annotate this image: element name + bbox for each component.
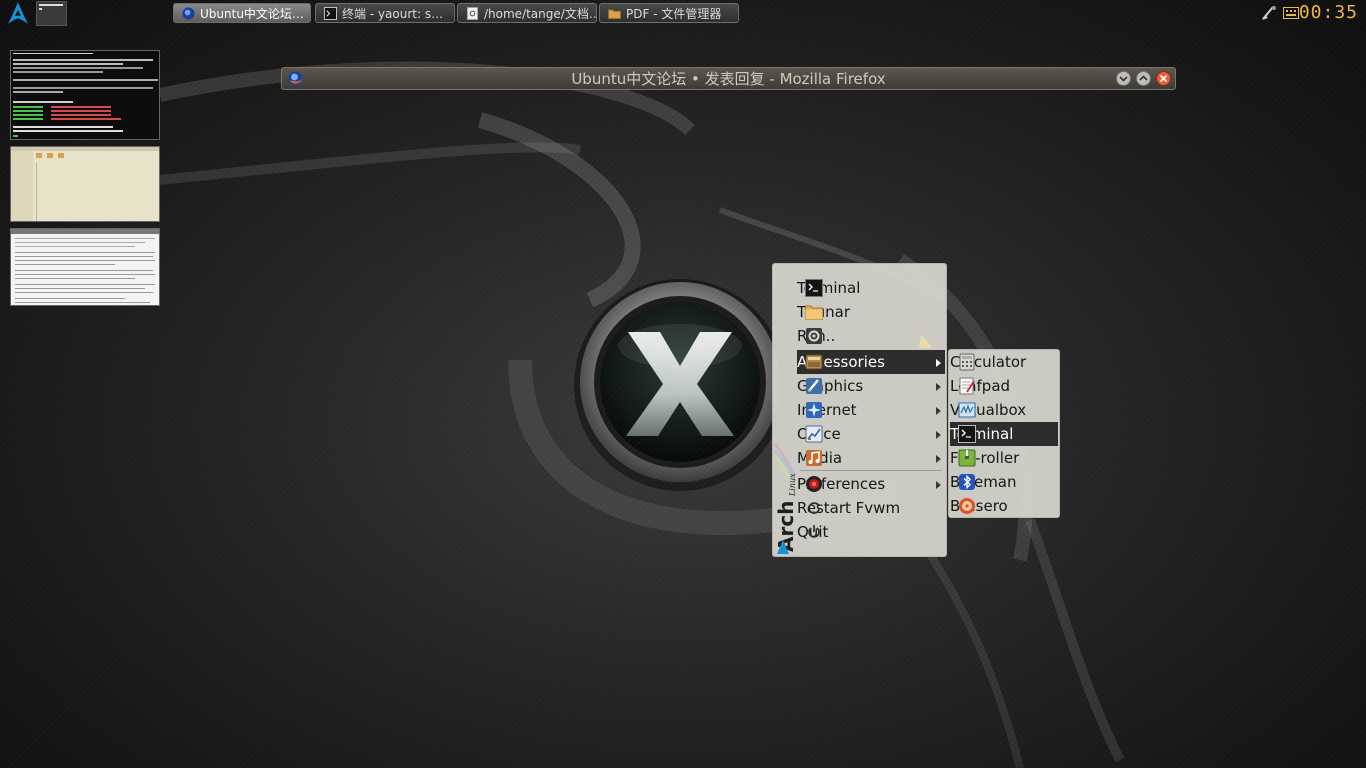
- menu-item-internet[interactable]: Internet: [797, 398, 945, 422]
- graphics-icon: [806, 378, 822, 394]
- media-icon: [806, 450, 822, 466]
- menu-item-accessories[interactable]: Accessories: [797, 350, 945, 374]
- restart-icon: [808, 502, 821, 514]
- terminal-icon: [958, 425, 976, 443]
- calculator-icon: [959, 353, 975, 371]
- maximize-button[interactable]: [1136, 71, 1151, 86]
- accessories-icon: [805, 354, 823, 370]
- submenu-item-blueman[interactable]: Blueman: [950, 470, 1058, 494]
- clock[interactable]: 00:35: [1299, 2, 1358, 24]
- menu-item-run[interactable]: Run..: [797, 324, 945, 348]
- submenu-item-file-roller[interactable]: File-roller: [950, 446, 1058, 470]
- file-roller-icon: [958, 449, 976, 467]
- task-label: Ubuntu中文论坛…: [200, 7, 304, 21]
- minimize-button[interactable]: [1116, 71, 1131, 86]
- menu-item-restart-fvwm[interactable]: Restart Fvwm: [797, 496, 945, 520]
- arch-linux-sidebar: Arch Linux: [774, 473, 797, 554]
- preferences-icon: [806, 476, 822, 492]
- submenu-arrow-icon: [936, 359, 941, 367]
- task-terminal[interactable]: 终端 - yaourt: s…: [315, 3, 455, 23]
- submenu-arrow-icon: [936, 455, 941, 463]
- document-icon: [466, 7, 479, 20]
- menu-item-media[interactable]: Media: [797, 446, 945, 470]
- submenu-item-terminal[interactable]: Terminal: [950, 422, 1058, 446]
- window-title: Ubuntu中文论坛 • 发表回复 - Mozilla Firefox: [571, 70, 886, 88]
- close-button[interactable]: [1156, 71, 1171, 86]
- top-panel: Ubuntu中文论坛… 终端 - yaourt: s… /home/tange/…: [0, 0, 1366, 26]
- workspace-pager[interactable]: [36, 1, 67, 26]
- menu-item-office[interactable]: Office: [797, 422, 945, 446]
- folder-icon: [805, 305, 823, 320]
- wallpaper: [158, 61, 1125, 768]
- menu-item-quit[interactable]: Quit: [797, 520, 945, 544]
- menu-item-terminal[interactable]: Terminal: [797, 276, 945, 300]
- menu-item-preferences[interactable]: Preferences: [797, 472, 945, 496]
- virtualbox-icon: [958, 402, 976, 418]
- leafpad-icon: [959, 377, 975, 395]
- submenu-arrow-icon: [936, 407, 941, 415]
- pager-window: [39, 8, 42, 10]
- task-label: /home/tange/文档…: [484, 7, 597, 21]
- task-firefox[interactable]: Ubuntu中文论坛…: [173, 3, 311, 23]
- submenu-arrow-icon: [936, 431, 941, 439]
- pager-window: [39, 4, 63, 6]
- menu-item-thunar[interactable]: Thunar: [797, 300, 945, 324]
- submenu-item-brasero[interactable]: Brasero: [950, 494, 1058, 518]
- internet-icon: [806, 402, 822, 418]
- terminal-icon: [324, 7, 337, 20]
- task-file-manager[interactable]: PDF - 文件管理器: [599, 3, 739, 23]
- task-document[interactable]: /home/tange/文档…: [457, 3, 597, 23]
- office-icon: [805, 425, 823, 443]
- submenu-item-virtualbox[interactable]: Virtualbox: [950, 398, 1058, 422]
- task-label: 终端 - yaourt: s…: [342, 7, 444, 21]
- thumbnail-terminal[interactable]: [10, 50, 160, 140]
- thumbnail-file-manager[interactable]: [10, 146, 160, 222]
- sidebar-brand-small: Linux: [788, 473, 797, 497]
- folder-icon: [608, 9, 621, 20]
- task-label: PDF - 文件管理器: [626, 7, 722, 21]
- terminal-icon: [805, 279, 823, 297]
- submenu-item-calculator[interactable]: Calculator: [950, 350, 1058, 374]
- power-icon: [808, 525, 820, 538]
- firefox-titlebar[interactable]: Ubuntu中文论坛 • 发表回复 - Mozilla Firefox: [281, 67, 1176, 90]
- menu-separator: [800, 470, 942, 471]
- brasero-icon: [959, 498, 975, 514]
- menu-item-graphics[interactable]: Graphics: [797, 374, 945, 398]
- submenu-arrow-icon: [936, 383, 941, 391]
- firefox-icon: [182, 7, 195, 20]
- submenu-arrow-icon: [936, 481, 941, 489]
- submenu-item-leafpad[interactable]: Leafpad: [950, 374, 1058, 398]
- thumbnail-browser[interactable]: [10, 228, 160, 306]
- bluetooth-icon: [959, 474, 975, 490]
- sidebar-brand: Arch: [774, 501, 797, 552]
- arch-logo-icon[interactable]: [6, 1, 30, 25]
- keyboard-icon[interactable]: [1282, 4, 1300, 22]
- network-icon[interactable]: [1260, 4, 1278, 22]
- run-icon: [806, 328, 822, 344]
